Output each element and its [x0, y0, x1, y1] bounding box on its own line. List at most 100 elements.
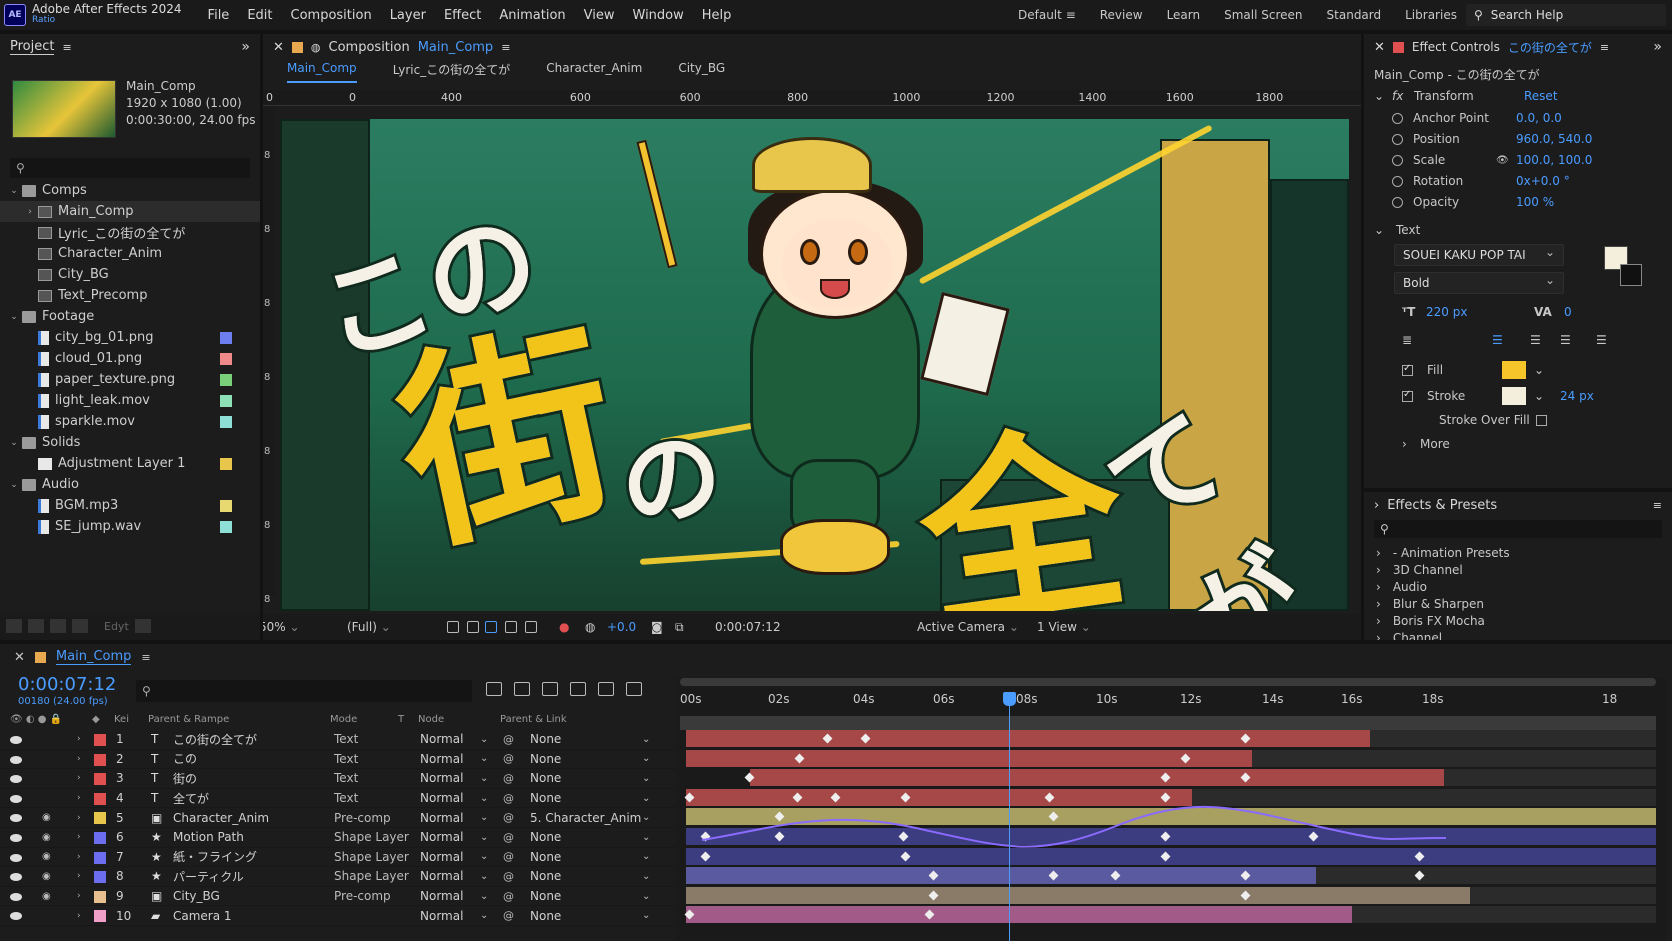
chevron-down-icon[interactable]: ⌄ [6, 438, 22, 448]
property-value[interactable]: 0x+0.0 ° [1516, 174, 1570, 188]
lock-icon[interactable]: ◉ [42, 871, 51, 882]
layer-row[interactable]: › 1 T この街の全てが Text Normal ⌄ @ None ⌄ [0, 730, 680, 750]
chevron-down-icon[interactable]: ⌄ [1374, 89, 1392, 103]
layer-name[interactable]: この [173, 750, 197, 767]
chevron-right-icon[interactable]: › [1376, 563, 1381, 577]
lock-icon[interactable]: ◉ [42, 891, 51, 902]
chevron-down-icon[interactable]: ⌄ [480, 891, 488, 902]
workspace-review[interactable]: Review [1100, 8, 1143, 22]
visibility-eye-icon[interactable] [10, 775, 22, 784]
fill-stroke-swatch[interactable] [1604, 246, 1644, 288]
layer-row[interactable]: ◉ › 9 ▣ City_BG Pre-comp Normal ⌄ @ None ⌄ [0, 887, 680, 907]
chevron-right-icon[interactable]: › [77, 773, 81, 783]
visibility-eye-icon[interactable] [10, 794, 22, 803]
expand-panel-icon[interactable]: » [1653, 39, 1662, 55]
label-color-swatch[interactable] [220, 331, 232, 344]
close-icon[interactable]: ✕ [1374, 40, 1385, 55]
panel-menu-icon[interactable]: ≡ [141, 651, 150, 664]
visibility-eye-icon[interactable] [10, 912, 22, 921]
project-item[interactable]: Character_Anim [0, 243, 260, 264]
blend-mode-dropdown[interactable]: Normal [420, 771, 463, 785]
chevron-down-icon[interactable]: ⌄ [480, 812, 488, 823]
parent-dropdown[interactable]: None [530, 732, 561, 746]
layer-duration-bar[interactable] [686, 730, 1370, 747]
parent-dropdown[interactable]: 5. Character_Anim [530, 811, 641, 825]
panel-menu-icon[interactable]: ≡ [62, 41, 71, 54]
tab-character-anim[interactable]: Character_Anim [546, 61, 642, 83]
project-panel-title[interactable]: Project [10, 39, 55, 55]
zoom-dropdown[interactable]: 50% ⌄ [263, 620, 300, 634]
playhead-line[interactable] [1009, 696, 1010, 941]
timeline-comp-tab[interactable]: Main_Comp [55, 649, 132, 665]
transparency-grid-icon[interactable] [467, 621, 479, 633]
chevron-right-icon[interactable]: › [77, 734, 81, 744]
delete-icon[interactable] [134, 619, 151, 633]
camera-dropdown[interactable]: Active Camera ⌄ [917, 620, 1019, 634]
parent-dropdown[interactable]: None [530, 752, 561, 766]
panel-menu-icon[interactable]: ≡ [501, 41, 510, 54]
layer-row[interactable]: › 3 T 街の Text Normal ⌄ @ None ⌄ [0, 769, 680, 789]
blend-mode-dropdown[interactable]: Normal [420, 889, 463, 903]
stopwatch-icon[interactable] [1392, 133, 1403, 145]
effect-category[interactable]: › - Animation Presets [1364, 544, 1672, 561]
transform-reset-button[interactable]: Reset [1524, 89, 1558, 103]
tab-main-comp[interactable]: Main_Comp [287, 61, 357, 83]
fast-preview-icon[interactable] [447, 621, 459, 633]
font-family-dropdown[interactable]: SOUEI KAKU POP TAI [1394, 242, 1564, 266]
name-column-header[interactable]: Parent & Rampe [148, 714, 229, 725]
chevron-down-icon[interactable]: ⌄ [1374, 223, 1396, 237]
chevron-down-icon[interactable]: ⌄ [480, 910, 488, 921]
project-item[interactable]: › Main_Comp [0, 201, 260, 222]
chevron-down-icon[interactable]: ⌄ [6, 312, 22, 322]
layer-label-color[interactable] [94, 734, 106, 746]
chevron-down-icon[interactable]: ⌄ [6, 480, 22, 490]
menu-help[interactable]: Help [702, 8, 732, 23]
chevron-right-icon[interactable]: › [77, 891, 81, 901]
label-color-swatch[interactable] [220, 499, 232, 512]
project-item[interactable]: city_bg_01.png [0, 327, 260, 348]
blend-mode-dropdown[interactable]: Normal [420, 830, 463, 844]
expand-panel-icon[interactable]: » [241, 39, 250, 55]
chevron-down-icon[interactable]: ⌄ [480, 832, 488, 843]
layer-label-color[interactable] [94, 773, 106, 786]
pickwhip-icon[interactable]: @ [503, 850, 514, 863]
region-of-interest-icon[interactable] [505, 621, 517, 633]
label-color-swatch[interactable] [220, 394, 232, 407]
parent-dropdown[interactable]: None [530, 909, 561, 923]
chevron-down-icon[interactable]: ⌄ [480, 734, 488, 745]
effects-search-input[interactable]: ⚲ [1374, 520, 1662, 538]
property-value[interactable]: 960.0, 540.0 [1516, 132, 1592, 146]
project-item[interactable]: ⌄ Solids [0, 432, 260, 453]
blend-mode-dropdown[interactable]: Normal [420, 811, 463, 825]
chevron-right-icon[interactable]: › [1374, 498, 1379, 513]
lock-icon[interactable]: ◍ [311, 41, 321, 54]
layer-name[interactable]: この街の全てが [173, 731, 257, 748]
color-management-icon[interactable]: ◍ [585, 620, 595, 634]
layer-label-color[interactable] [94, 851, 106, 864]
align-left-icon[interactable]: ☰ [1492, 333, 1503, 347]
pickwhip-icon[interactable]: @ [503, 772, 514, 785]
layer-label-color[interactable] [94, 910, 106, 923]
workspace-learn[interactable]: Learn [1167, 8, 1201, 22]
stopwatch-icon[interactable] [1392, 175, 1403, 187]
parent-dropdown[interactable]: None [530, 850, 561, 864]
project-item[interactable]: ⌄ Comps [0, 180, 260, 201]
chevron-down-icon[interactable]: ⌄ [642, 910, 650, 921]
layer-label-color[interactable] [94, 792, 106, 805]
pickwhip-icon[interactable]: @ [503, 752, 514, 765]
menu-view[interactable]: View [584, 8, 615, 23]
layer-duration-bar[interactable] [686, 867, 1316, 885]
project-item[interactable]: cloud_01.png [0, 348, 260, 369]
effect-controls-layer[interactable]: この街の全てが [1508, 39, 1592, 56]
pickwhip-icon[interactable]: @ [503, 890, 514, 903]
parent-dropdown[interactable]: None [530, 771, 561, 785]
chevron-down-icon[interactable]: ⌄ [642, 871, 650, 882]
label-color-swatch[interactable] [220, 520, 232, 533]
project-item[interactable]: Adjustment Layer 1 [0, 453, 260, 474]
layer-name[interactable]: 街の [173, 770, 197, 787]
workspace-default[interactable]: Default ≡ [1018, 8, 1076, 22]
shy-layers-icon[interactable] [542, 682, 558, 696]
font-size-value[interactable]: 220 px [1426, 305, 1467, 319]
composition-viewer[interactable]: この 街 の 全 てが [280, 119, 1349, 611]
chevron-right-icon[interactable]: › [1376, 614, 1381, 628]
